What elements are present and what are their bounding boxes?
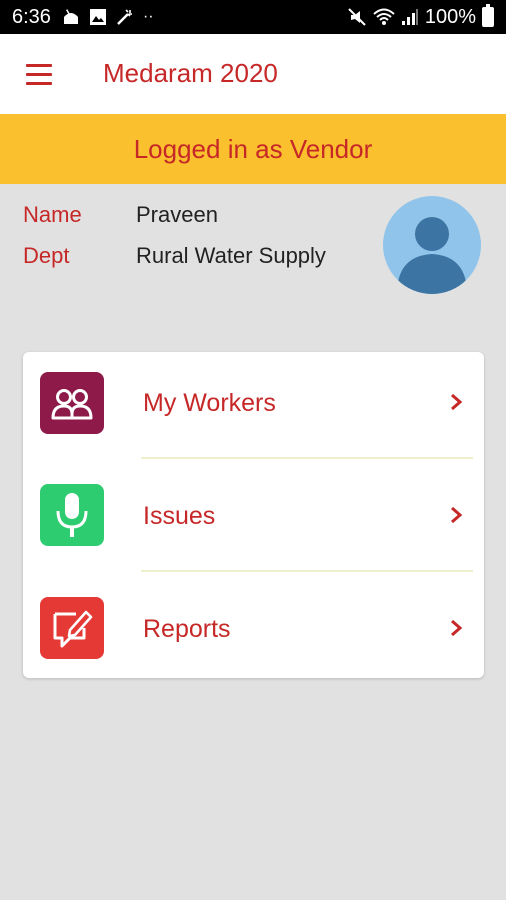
mute-icon xyxy=(348,8,366,26)
menu-item-my-workers[interactable]: My Workers xyxy=(23,352,484,460)
login-role-banner: Logged in as Vendor xyxy=(0,114,506,184)
hamburger-menu-icon[interactable] xyxy=(26,64,54,86)
divider xyxy=(141,570,473,572)
more-notifications-icon: ·· xyxy=(142,8,154,25)
wifi-icon xyxy=(373,8,395,25)
name-label: Name xyxy=(23,202,82,227)
banner-text: Logged in as Vendor xyxy=(133,133,373,164)
menu-item-reports[interactable]: Reports xyxy=(23,578,484,686)
divider xyxy=(141,457,473,459)
menu-item-issues[interactable]: Issues xyxy=(23,465,484,573)
workers-icon xyxy=(40,372,104,434)
microphone-icon xyxy=(40,484,104,546)
profile-section: Name Praveen Dept Rural Water Supply xyxy=(0,184,506,304)
menu-item-label: My Workers xyxy=(143,389,276,417)
status-time: 6:36 xyxy=(12,5,51,28)
image-notification-icon xyxy=(89,9,106,25)
android-notification-icon xyxy=(63,9,78,24)
signal-icon xyxy=(401,9,418,25)
dept-value: Rural Water Supply xyxy=(136,243,326,268)
app-bar: Medaram 2020 xyxy=(0,34,506,114)
report-edit-icon xyxy=(40,597,104,659)
app-title: Medaram 2020 xyxy=(103,58,278,88)
chevron-right-icon xyxy=(451,619,463,637)
menu-item-label: Issues xyxy=(143,502,216,530)
name-value: Praveen xyxy=(136,202,218,227)
dept-label: Dept xyxy=(23,243,70,268)
menu-item-label: Reports xyxy=(143,615,231,643)
tools-notification-icon xyxy=(117,9,132,25)
notification-icons: ·· xyxy=(61,7,154,27)
menu-card: My Workers Issues Reports xyxy=(23,352,484,678)
battery-percent: 100% xyxy=(424,5,476,28)
status-right: 100% xyxy=(347,4,494,29)
status-bar: 6:36 ·· 100% xyxy=(0,0,506,34)
battery-icon xyxy=(482,4,494,27)
user-avatar-icon xyxy=(383,196,481,294)
chevron-right-icon xyxy=(451,506,463,524)
chevron-right-icon xyxy=(451,393,463,411)
